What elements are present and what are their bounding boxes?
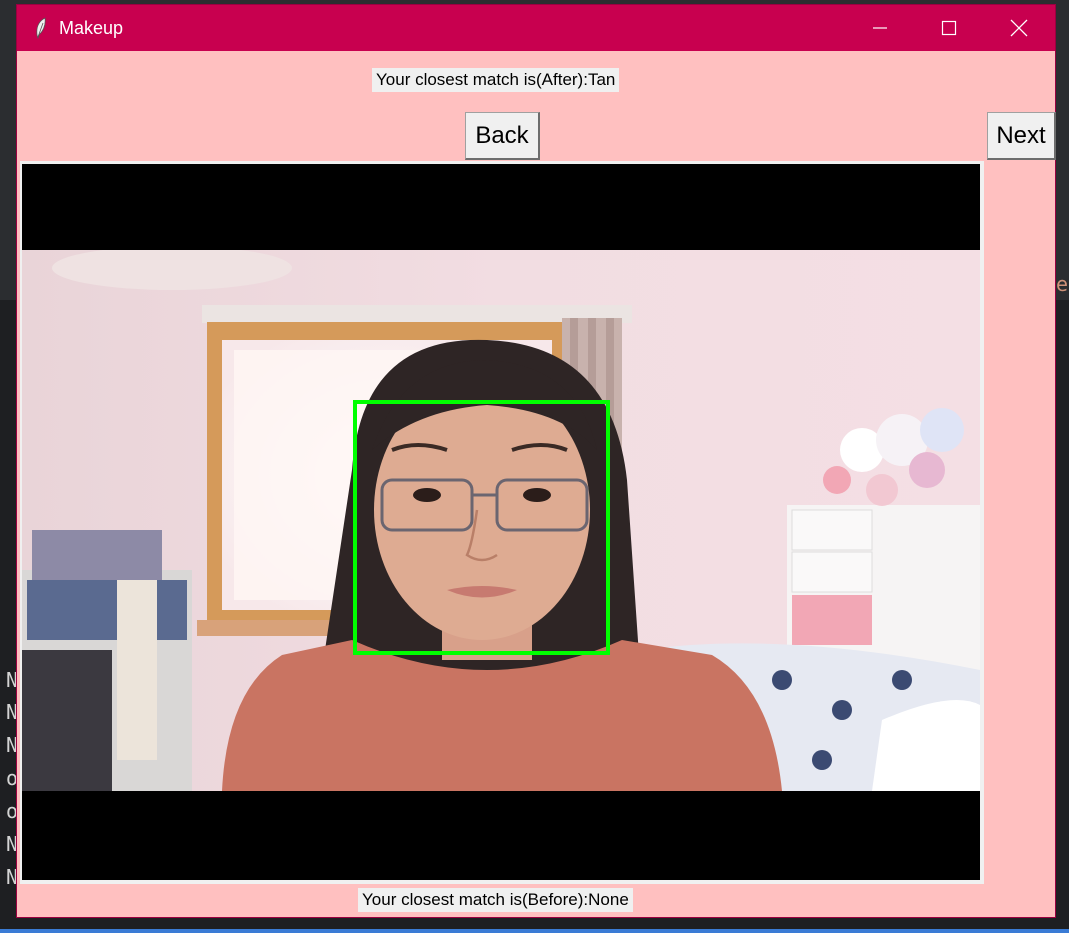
background-editor-text: e [1056,272,1069,296]
makeup-window: Makeup Your closest match is(After):Tan … [17,5,1056,917]
taskbar-accent-line [0,929,1069,933]
window-title: Makeup [59,18,124,38]
closest-match-before-label: Your closest match is(Before):None [358,888,633,912]
minimize-button[interactable] [846,5,914,51]
maximize-icon [941,20,957,36]
camera-frame [20,161,984,884]
camera-feed [22,250,980,791]
closest-match-after-label: Your closest match is(After):Tan [372,68,620,92]
title-bar[interactable]: Makeup [17,5,1055,51]
back-button[interactable]: Back [465,112,540,160]
next-button[interactable]: Next [987,112,1056,160]
feather-icon [36,17,46,39]
close-icon [1010,19,1028,37]
close-button[interactable] [985,5,1053,51]
camera-feed-image [22,250,980,791]
minimize-icon [873,27,887,29]
maximize-button[interactable] [915,5,983,51]
